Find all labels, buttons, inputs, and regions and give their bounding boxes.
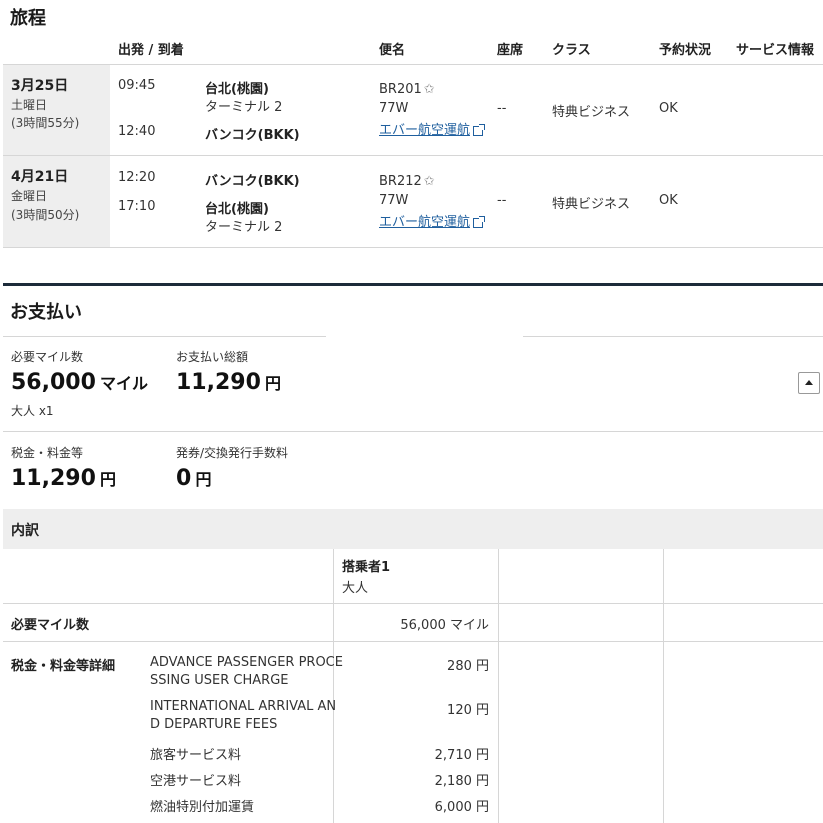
breakdown-header [3,509,823,549]
header-seat: 座席 [497,43,524,58]
segment-duration: (3時間55分) [11,116,80,130]
payment-title: お支払い [10,302,82,323]
arr-city: バンコク(BKK) [205,128,300,143]
arr-city: 台北(桃園) [205,202,269,217]
passenger-type: 大人 [342,581,369,596]
dep-time: 12:20 [118,170,156,185]
dep-terminal: ターミナル 2 [205,100,283,115]
dep-time: 09:45 [118,78,156,93]
tax-item-amount: 280 円 [447,659,489,674]
aircraft: 77W [379,101,409,116]
arr-time: 12:40 [118,124,156,139]
flight-number: BR212 ✩ [379,174,435,189]
flight-number: BR201 ✩ [379,82,435,97]
tax-item-amount: 2,710 円 [434,748,489,763]
class: 特典ビジネス [552,105,631,120]
fee-label: 発券/交換発行手数料 [176,446,289,460]
segment-weekday: 土曜日 [11,98,48,112]
external-link-icon [473,123,486,136]
header-class: クラス [552,43,591,58]
header-depart-arrive: 出発 / 到着 [118,43,184,58]
segment-weekday: 金曜日 [11,189,48,203]
total-label: お支払い総額 [176,350,249,364]
status: OK [659,193,678,208]
external-link-icon [473,215,486,228]
payment-total: 11,290 円 [176,370,282,395]
status: OK [659,101,678,116]
tax-label: 税金・料金等 [11,446,84,460]
itinerary-title: 旅程 [10,8,46,29]
arr-terminal: ターミナル 2 [205,220,283,235]
miles-label: 必要マイル数 [11,350,84,364]
star-icon: ✩ [423,174,435,189]
segment-date: 4月21日 [11,169,69,185]
tax-item-amount: 120 円 [447,703,489,718]
miles-total: 56,000 マイル [11,370,149,395]
tax-item-amount: 6,000 円 [434,800,489,815]
seat: -- [497,101,507,116]
dep-city: 台北(桃園) [205,82,269,97]
tax-item-name: 燃油特別付加運賃 [150,800,255,815]
miles-row-label: 必要マイル数 [11,618,90,633]
tax-item-name: ADVANCE PASSENGER PROCE SSING USER CHARGE [150,655,343,688]
tax-detail-label: 税金・料金等詳細 [11,659,116,674]
tax-total: 11,290 円 [11,466,117,491]
star-icon: ✩ [423,82,435,97]
passenger-count: 大人 x1 [11,404,54,418]
header-flight: 便名 [379,43,406,58]
operator-link[interactable]: エバー航空運航 [379,211,486,230]
header-service: サービス情報 [736,43,815,58]
operator-link[interactable]: エバー航空運航 [379,119,486,138]
tax-item-name: INTERNATIONAL ARRIVAL AN D DEPARTURE FEES [150,699,337,732]
segment-date: 3月25日 [11,78,69,94]
breakdown-title: 内訳 [11,523,39,539]
fee-total: 0 円 [176,466,212,491]
collapse-up-icon [805,380,813,385]
class: 特典ビジネス [552,197,631,212]
tax-item-amount: 2,180 円 [434,774,489,789]
miles-row-value: 56,000 マイル [400,618,489,633]
header-status: 予約状況 [659,43,712,58]
segment-duration: (3時間50分) [11,208,80,222]
section-divider [3,283,823,286]
tax-item-name: 空港サービス料 [150,774,242,789]
aircraft: 77W [379,193,409,208]
passenger-header: 搭乗者1 [342,560,391,575]
tax-item-name: 旅客サービス料 [150,748,242,763]
arr-time: 17:10 [118,199,156,214]
seat: -- [497,193,507,208]
collapse-button[interactable] [798,372,820,394]
dep-city: バンコク(BKK) [205,174,300,189]
